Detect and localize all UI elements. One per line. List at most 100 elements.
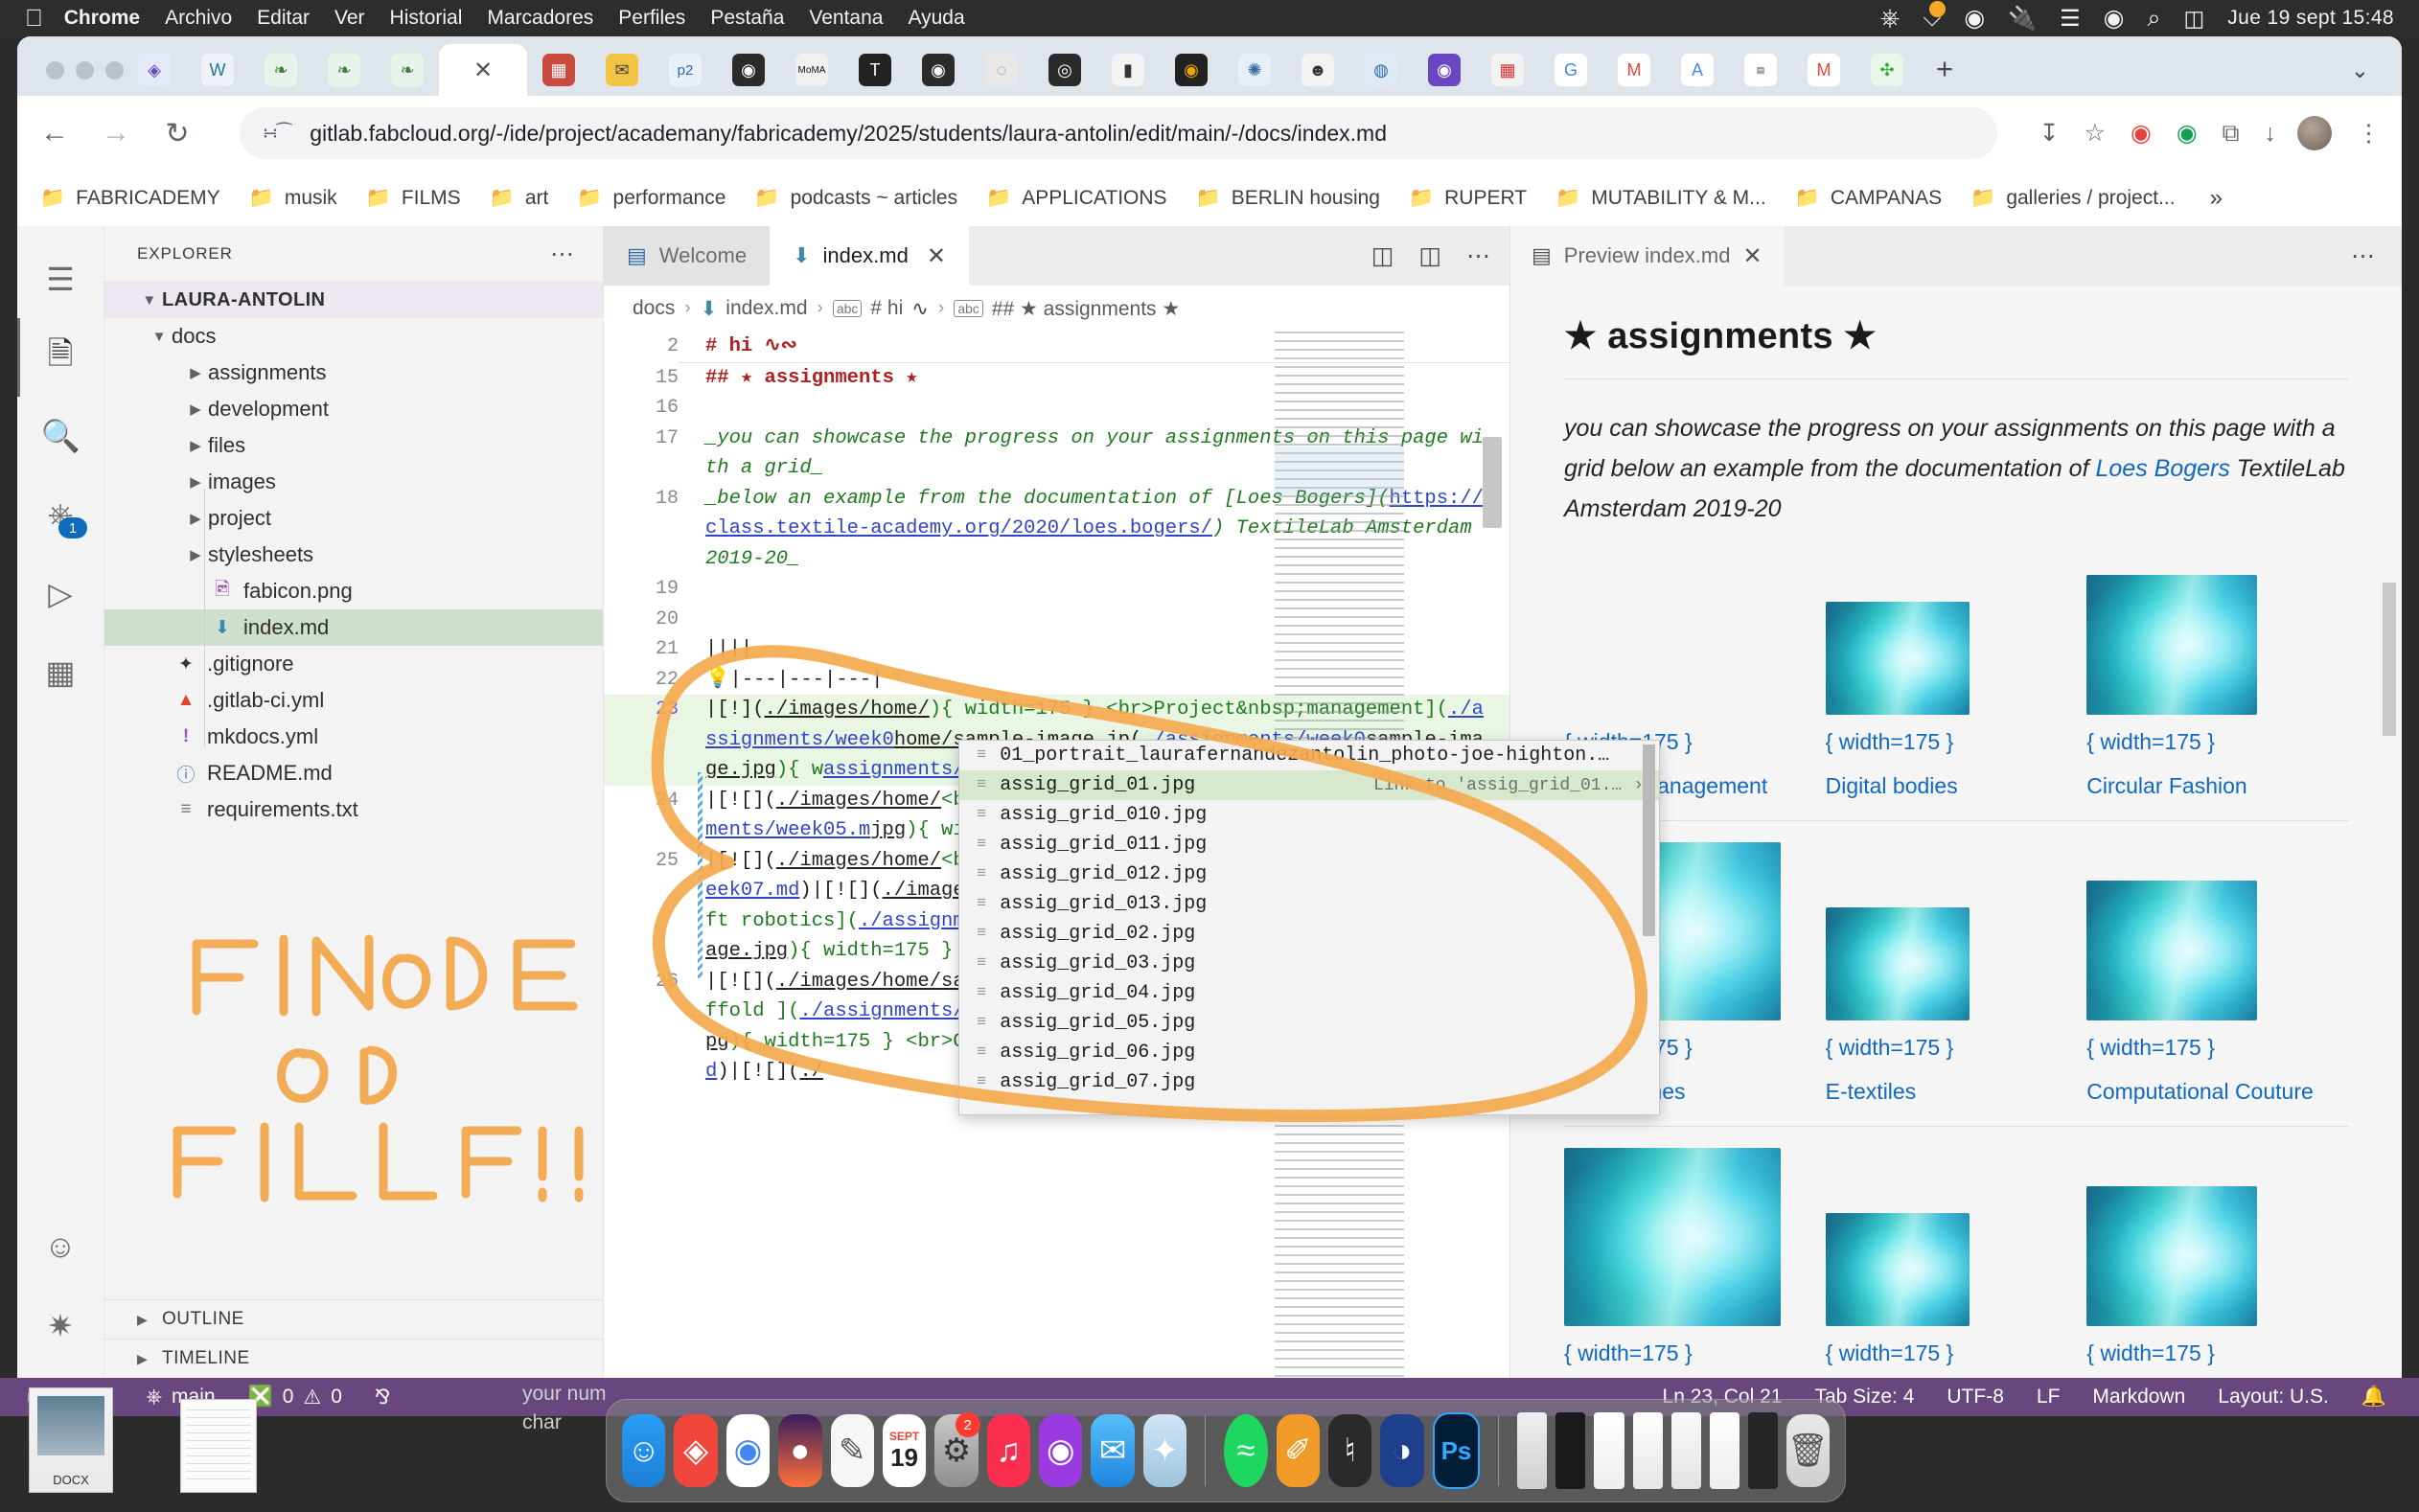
grid-caption-link[interactable]: Circular Fashion: [2086, 768, 2348, 803]
sidebar-item-extensions[interactable]: ▦: [17, 632, 104, 711]
browser-tab-record[interactable]: ◉: [717, 44, 780, 96]
grid-thumbnail[interactable]: [1825, 1213, 1970, 1326]
menu-item-ventana[interactable]: Ventana: [809, 7, 883, 30]
browser-tab-text[interactable]: T: [843, 44, 907, 96]
battery-charging-icon[interactable]: 🔌: [2008, 5, 2037, 33]
browser-tab-p2[interactable]: p2: [654, 44, 717, 96]
user-account-icon[interactable]: ◉: [2104, 4, 2125, 33]
tab-welcome[interactable]: ▤ Welcome: [604, 226, 771, 286]
language-mode[interactable]: Markdown: [2092, 1386, 2185, 1409]
trash-icon[interactable]: 🗑: [1785, 1414, 1831, 1487]
browser-tab-moma[interactable]: MoMA: [780, 44, 843, 96]
sidebar-item-source-control[interactable]: ⎈ 1: [17, 475, 104, 554]
browser-tab-gmail-2[interactable]: M: [1792, 44, 1855, 96]
panel-timeline[interactable]: ▶ TIMELINE: [104, 1339, 603, 1378]
dock-app-finder[interactable]: ☺: [622, 1414, 666, 1487]
grid-thumbnail[interactable]: [2086, 575, 2258, 715]
forward-icon[interactable]: →: [100, 117, 132, 149]
play-icon[interactable]: ◉: [1964, 4, 1985, 33]
menu-item-archivo[interactable]: Archivo: [165, 7, 232, 30]
autocomplete-item[interactable]: ≡ assig_grid_06.jpg: [959, 1038, 1659, 1067]
browser-tab-google[interactable]: G: [1539, 44, 1602, 96]
autocomplete-item[interactable]: ≡ assig_grid_02.jpg: [959, 919, 1659, 949]
tree-item-fabicon-png[interactable]: 🖻 fabicon.png: [104, 573, 603, 609]
dock-app-mail[interactable]: ✉: [1091, 1414, 1135, 1487]
apple-menu-icon[interactable]: : [25, 6, 43, 31]
browser-tab-eye[interactable]: ◉: [1160, 44, 1223, 96]
reload-icon[interactable]: ↻: [161, 117, 194, 150]
dock-app-spotify[interactable]: ≈: [1224, 1414, 1268, 1487]
more-icon[interactable]: ⋯: [1466, 241, 1490, 270]
bookmarks-overflow-icon[interactable]: »: [2210, 185, 2223, 212]
account-icon[interactable]: ☺: [17, 1207, 104, 1286]
browser-tab-gmail[interactable]: M: [1602, 44, 1666, 96]
install-icon[interactable]: ↧: [2039, 119, 2060, 148]
menu-hamburger-icon[interactable]: ☰: [17, 240, 104, 318]
grid-thumbnail[interactable]: [2086, 1186, 2258, 1326]
dock-app-firefox[interactable]: ●: [778, 1414, 822, 1487]
dock-app-calendar[interactable]: SEPT 19: [882, 1414, 927, 1487]
sidebar-item-explorer[interactable]: 🗎: [17, 318, 104, 397]
tree-item-development[interactable]: ▶ development: [104, 391, 603, 427]
autocomplete-item[interactable]: ≡ assig_grid_07.jpg: [959, 1067, 1659, 1097]
sidebar-item-search[interactable]: 🔍: [17, 397, 104, 475]
menu-item-pestana[interactable]: Pestaña: [710, 7, 784, 30]
browser-tab-leaf-3[interactable]: ❧: [376, 44, 439, 96]
site-settings-icon[interactable]: ∺⁀: [263, 123, 291, 145]
breadcrumb-heading-hi[interactable]: abc # hi ∿: [832, 297, 929, 321]
grid-caption-link[interactable]: E-textiles: [1826, 1074, 2087, 1109]
tree-item-requirements-txt[interactable]: ≡ requirements.txt: [104, 791, 603, 828]
dock-app-music[interactable]: ♫: [986, 1414, 1030, 1487]
keyboard-layout[interactable]: Layout: U.S.: [2218, 1386, 2329, 1409]
close-icon[interactable]: ✕: [1742, 242, 1762, 270]
browser-tab-photo[interactable]: ▦: [527, 44, 590, 96]
bookmark-art[interactable]: 📁 art: [490, 187, 549, 210]
scrollbar-thumb[interactable]: [1483, 437, 1502, 528]
lightbulb-hint-icon[interactable]: 💡: [705, 669, 730, 691]
bookmark-performance[interactable]: 📁 performance: [577, 187, 726, 210]
browser-tab-leaf-2[interactable]: ❧: [312, 44, 376, 96]
menubar-clock[interactable]: Jue 19 sept 15:48: [2227, 7, 2394, 30]
autocomplete-item[interactable]: ≡ assig_grid_011.jpg: [959, 830, 1659, 859]
tab-list-chevron-down-icon[interactable]: ⌄: [2351, 57, 2369, 83]
autocomplete-scrollbar[interactable]: [1643, 745, 1655, 936]
profile-avatar[interactable]: [2297, 116, 2332, 150]
power-icon[interactable]: ⎈: [1880, 3, 1901, 34]
grid-thumbnail[interactable]: [1564, 1148, 1781, 1326]
tree-item-stylesheets[interactable]: ▶ stylesheets: [104, 537, 603, 573]
split-preview-icon[interactable]: ◫: [1371, 241, 1394, 270]
menu-item-ayuda[interactable]: Ayuda: [908, 7, 964, 30]
split-editor-icon[interactable]: ◫: [1418, 241, 1441, 270]
tree-item-index-md[interactable]: ⬇ index.md: [104, 609, 603, 646]
back-icon[interactable]: ←: [38, 117, 71, 149]
autocomplete-item[interactable]: ≡ 01_portrait_laurafernandezantolin_photo…: [959, 741, 1659, 770]
minimize-window-button[interactable]: [76, 61, 94, 80]
browser-tab-puzzle[interactable]: ✣: [1855, 44, 1919, 96]
dock-minimized-window[interactable]: [1517, 1412, 1548, 1489]
menu-item-chrome[interactable]: Chrome: [64, 7, 140, 30]
dock-app-photos[interactable]: ✦: [1142, 1414, 1187, 1487]
browser-tab-gear[interactable]: ✺: [1223, 44, 1286, 96]
share-icon[interactable]: ⧉: [2223, 120, 2240, 148]
tree-item-assignments[interactable]: ▶ assignments: [104, 355, 603, 391]
tree-item-files[interactable]: ▶ files: [104, 427, 603, 464]
menu-item-ver[interactable]: Ver: [334, 7, 365, 30]
address-bar[interactable]: ∺⁀ gitlab.fabcloud.org/-/ide/project/aca…: [240, 107, 1997, 159]
autocomplete-item[interactable]: ≡ assig_grid_03.jpg: [959, 949, 1659, 978]
browser-tab-gitlab[interactable]: ◈: [123, 44, 186, 96]
loes-bogers-link[interactable]: Loes Bogers: [2095, 455, 2229, 482]
autocomplete-item[interactable]: ≡ assig_grid_010.jpg: [959, 800, 1659, 830]
dock-app-chrome[interactable]: ◉: [726, 1414, 771, 1487]
grid-caption-link[interactable]: Computational Couture: [2086, 1074, 2348, 1109]
bookmark-fabricademy[interactable]: 📁 FABRICADEMY: [40, 187, 220, 210]
dock-minimized-window[interactable]: [1555, 1412, 1586, 1489]
bookmark-campanas[interactable]: 📁 CAMPANAS: [1795, 187, 1942, 210]
tree-item-project[interactable]: ▶ project: [104, 500, 603, 537]
tree-item-gitignore[interactable]: ✦ .gitignore: [104, 646, 603, 682]
breadcrumb-heading-assignments[interactable]: abc ## ★ assignments ★: [954, 297, 1180, 321]
dock-minimized-window[interactable]: [1709, 1412, 1739, 1489]
grid-caption-link[interactable]: Digital bodies: [1826, 768, 2087, 803]
bookmark-applications[interactable]: 📁 APPLICATIONS: [986, 187, 1166, 210]
end-of-line[interactable]: LF: [2037, 1386, 2061, 1409]
tree-item-mkdocs-yml[interactable]: ! mkdocs.yml: [104, 719, 603, 755]
